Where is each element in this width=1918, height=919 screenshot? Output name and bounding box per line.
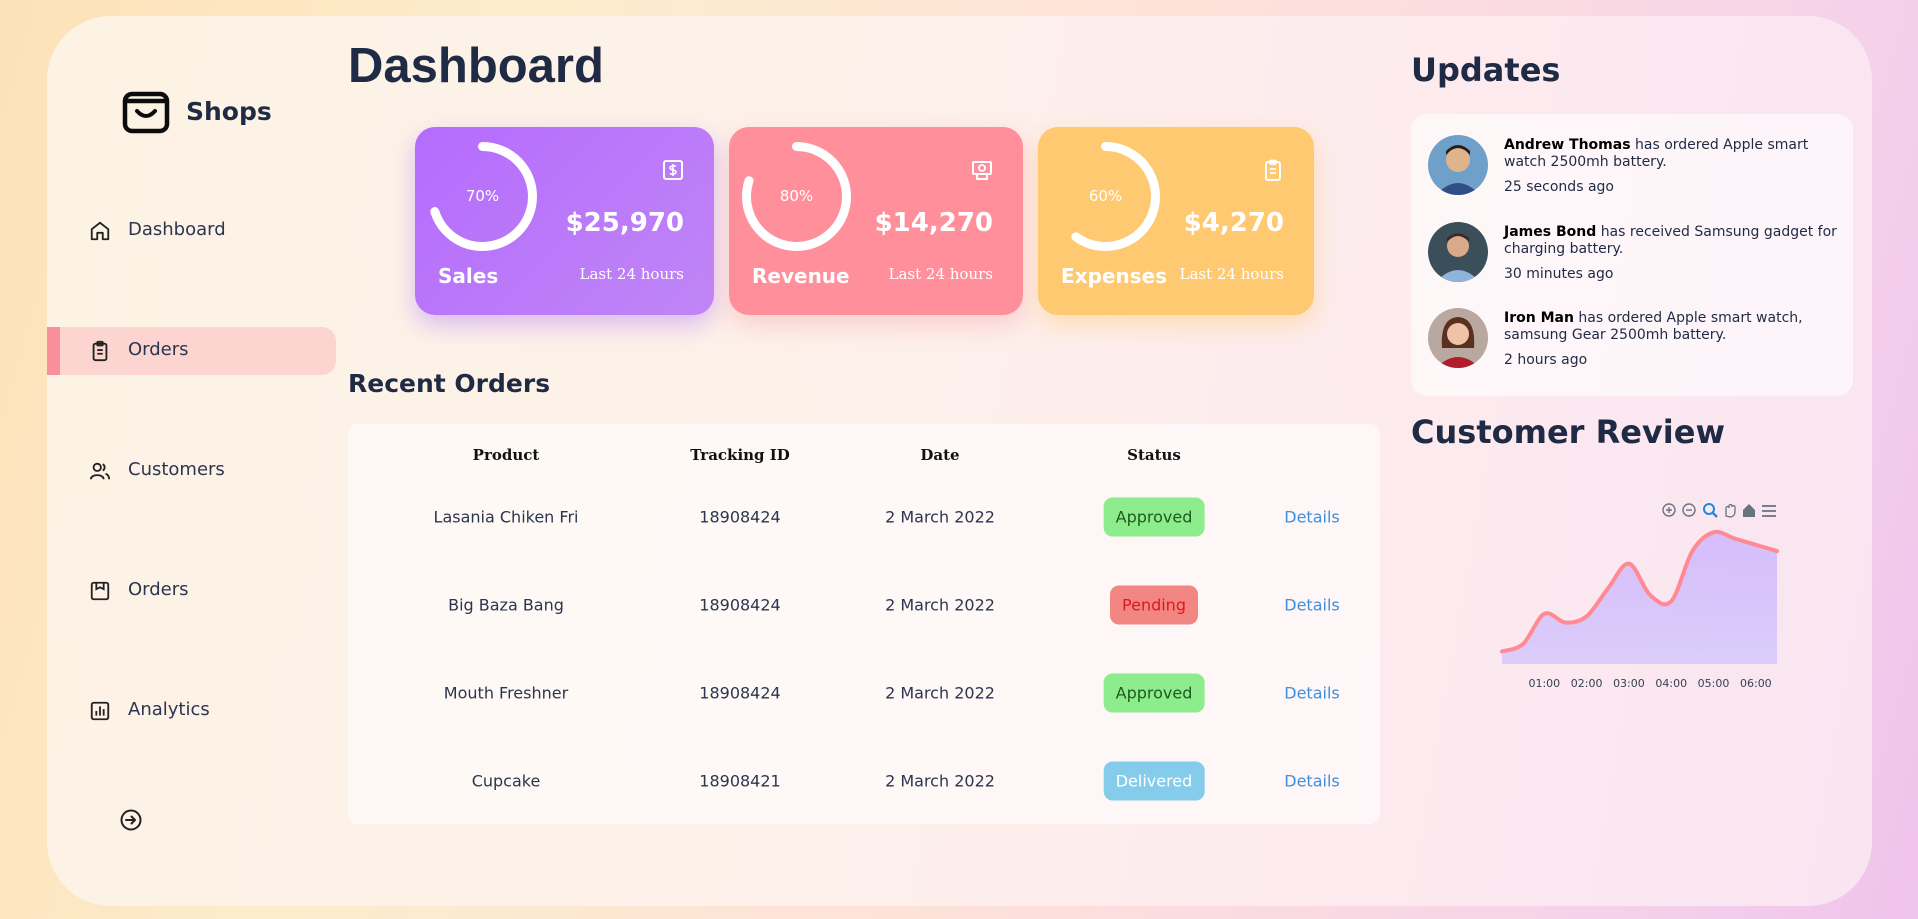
zoom-out-icon[interactable] (1682, 503, 1696, 517)
table-cell-product: Lasania Chiken Fri (433, 507, 579, 527)
pan-icon[interactable] (1725, 503, 1736, 518)
update-time: 25 seconds ago (1504, 179, 1614, 195)
table-cell-date: 2 March 2022 (885, 507, 995, 527)
money-icon (972, 161, 992, 180)
column-header-tracking: Tracking ID (690, 446, 790, 464)
x-tick-label: 02:00 (1571, 677, 1603, 690)
avatar (1428, 222, 1488, 282)
sidebar-item-label: Orders (128, 579, 189, 600)
x-tick-label: 05:00 (1698, 677, 1730, 690)
update-user-name: Iron Man (1504, 310, 1574, 326)
table-cell-tracking: 18908421 (699, 771, 781, 791)
revenue-card[interactable]: 80% $14,270 Revenue Last 24 hours (729, 127, 1023, 315)
progress-percent: 80% (779, 187, 814, 205)
package-icon (90, 581, 110, 601)
sidebar-item-label: Customers (128, 459, 225, 480)
customer-review-title: Customer Review (1411, 413, 1725, 451)
sidebar-item-dashboard[interactable]: Dashboard (47, 207, 336, 255)
clipboard-icon (92, 340, 108, 362)
sidebar-item-label: Orders (128, 339, 189, 360)
card-label: Expenses (1061, 264, 1168, 288)
dollar-icon (663, 160, 683, 180)
sidebar-item-analytics[interactable]: Analytics (47, 687, 336, 735)
updates-panel: Andrew Thomas has ordered Apple smart wa… (1411, 114, 1853, 396)
update-time: 30 minutes ago (1504, 266, 1614, 282)
card-period: Last 24 hours (888, 265, 993, 283)
zoom-in-icon[interactable] (1662, 503, 1676, 517)
card-label: Revenue (752, 264, 850, 288)
details-link[interactable]: Details (1284, 684, 1339, 703)
details-link[interactable]: Details (1284, 596, 1339, 615)
customer-review-chart: 01:00 02:00 03:00 04:00 05:00 06:00 (1487, 486, 1787, 696)
zoom-select-icon[interactable] (1703, 503, 1718, 518)
home-icon (90, 221, 110, 241)
update-time: 2 hours ago (1504, 352, 1588, 368)
progress-percent: 70% (465, 187, 500, 205)
status-badge: Approved (1103, 497, 1205, 537)
x-tick-label: 06:00 (1740, 677, 1772, 690)
details-link[interactable]: Details (1284, 508, 1339, 527)
card-amount: $4,270 (1183, 208, 1284, 238)
table-cell-date: 2 March 2022 (885, 771, 995, 791)
shopping-bag-icon (122, 91, 170, 134)
table-cell-tracking: 18908424 (699, 507, 781, 527)
status-badge: Approved (1103, 673, 1205, 713)
update-user-name: James Bond (1504, 224, 1597, 240)
avatar (1428, 308, 1488, 368)
card-amount: $14,270 (874, 208, 993, 238)
table-cell-tracking: 18908424 (699, 683, 781, 703)
area-chart-svg: 01:00 02:00 03:00 04:00 05:00 06:00 (1500, 503, 1779, 690)
x-tick-label: 01:00 (1528, 677, 1560, 690)
reset-home-icon[interactable] (1743, 504, 1755, 517)
updates-title: Updates (1411, 51, 1561, 89)
bar-chart-icon (90, 701, 110, 721)
users-icon (89, 462, 111, 480)
brand-name: Shops (186, 96, 272, 126)
status-badge: Pending (1110, 585, 1198, 625)
card-period: Last 24 hours (1179, 265, 1284, 283)
clipboard-icon (1265, 159, 1281, 181)
avatar (1428, 135, 1488, 195)
logo[interactable]: Shops (122, 88, 272, 134)
details-link[interactable]: Details (1284, 772, 1339, 791)
table-cell-product: Mouth Freshner (443, 683, 569, 703)
page-title: Dashboard (348, 39, 604, 93)
sidebar-item-orders[interactable]: Orders (47, 327, 336, 375)
sales-card[interactable]: 70% $25,970 Sales Last 24 hours (415, 127, 714, 315)
sidebar-item-label: Dashboard (128, 219, 226, 240)
area-fill (1502, 531, 1777, 664)
recent-orders-title: Recent Orders (348, 369, 551, 398)
card-amount: $25,970 (565, 208, 684, 238)
expenses-card[interactable]: 60% $4,270 Expenses Last 24 hours (1038, 127, 1314, 315)
table-cell-tracking: 18908424 (699, 595, 781, 615)
sidebar-item-customers[interactable]: Customers (47, 447, 336, 495)
x-tick-label: 04:00 (1655, 677, 1687, 690)
sidebar-item-orders-package[interactable]: Orders (47, 567, 336, 615)
update-user-name: Andrew Thomas (1504, 137, 1631, 153)
menu-icon[interactable] (1762, 505, 1776, 517)
table-cell-product: Cupcake (471, 771, 541, 791)
card-label: Sales (438, 264, 499, 288)
sidebar-item-label: Analytics (128, 699, 210, 720)
card-period: Last 24 hours (579, 265, 684, 283)
column-header-date: Date (920, 446, 960, 464)
column-header-product: Product (472, 446, 540, 464)
status-badge: Delivered (1103, 761, 1205, 801)
table-cell-date: 2 March 2022 (885, 683, 995, 703)
progress-percent: 60% (1088, 187, 1123, 205)
app-window: Shops Dashboard Orders Customers Orders … (47, 16, 1872, 906)
orders-table: Product Tracking ID Date Status Lasania … (348, 424, 1380, 824)
column-header-status: Status (1127, 446, 1181, 464)
table-cell-date: 2 March 2022 (885, 595, 995, 615)
table-cell-product: Big Baza Bang (448, 595, 564, 615)
sign-out-icon[interactable] (119, 808, 143, 832)
x-tick-label: 03:00 (1613, 677, 1645, 690)
